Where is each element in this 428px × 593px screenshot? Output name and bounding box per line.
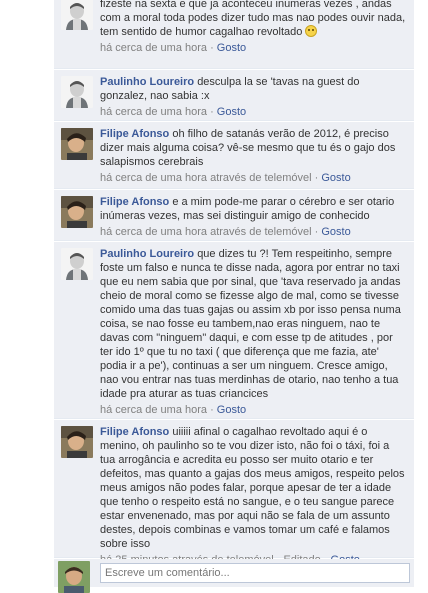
- comment-text: uiiiii afinal o cagalhao revoltado aqui …: [100, 426, 405, 550]
- comment: Filipe Afonso e a mim pode-me parar o cé…: [54, 190, 414, 241]
- comment-timestamp[interactable]: há cerca de uma hora: [100, 172, 207, 184]
- comment-timestamp[interactable]: há cerca de uma hora: [100, 42, 207, 54]
- reply-box: [54, 559, 414, 593]
- comment-meta: há cerca de uma hora através de telemóve…: [100, 226, 351, 238]
- author-avatar[interactable]: [61, 426, 93, 458]
- comment-meta: há cerca de uma hora · Gosto: [100, 106, 247, 118]
- comment: fizeste na sexta e que ja aconteceu inum…: [54, 0, 414, 69]
- comment-input[interactable]: [100, 563, 410, 583]
- comment-author[interactable]: Filipe Afonso: [100, 128, 169, 140]
- like-link[interactable]: Gosto: [321, 226, 350, 238]
- author-avatar[interactable]: [61, 248, 93, 280]
- comment-meta: há cerca de uma hora através de telemóve…: [100, 172, 351, 184]
- like-link[interactable]: Gosto: [321, 172, 350, 184]
- comment-author[interactable]: Filipe Afonso: [100, 196, 169, 208]
- comment: Filipe Afonso oh filho de satanás verão …: [54, 122, 414, 189]
- comment-meta: há cerca de uma hora · Gosto: [100, 42, 247, 54]
- smiley-icon: [305, 25, 318, 37]
- comment-text: fizeste na sexta e que ja aconteceu inum…: [100, 0, 406, 38]
- comment-timestamp[interactable]: há cerca de uma hora: [100, 226, 207, 238]
- comment: Paulinho Loureiro que dizes tu ?! Tem re…: [54, 242, 414, 419]
- author-avatar[interactable]: [61, 76, 93, 108]
- comment-timestamp[interactable]: há cerca de uma hora: [100, 404, 207, 416]
- comment: Paulinho Loureiro desculpa la se 'tavas …: [54, 70, 414, 121]
- author-avatar[interactable]: [61, 196, 93, 228]
- comment-text: que dizes tu ?! Tem respeitinho, sempre …: [100, 248, 401, 400]
- posted-via: através de telemóvel: [210, 226, 312, 238]
- posted-via: através de telemóvel: [210, 172, 312, 184]
- comment-author[interactable]: Paulinho Loureiro: [100, 248, 194, 260]
- like-link[interactable]: Gosto: [217, 106, 246, 118]
- author-avatar[interactable]: [61, 128, 93, 160]
- comment: Filipe Afonso uiiiii afinal o cagalhao r…: [54, 420, 414, 566]
- author-avatar[interactable]: [61, 0, 93, 30]
- like-link[interactable]: Gosto: [217, 404, 246, 416]
- reply-avatar: [58, 561, 90, 593]
- comment-author[interactable]: Filipe Afonso: [100, 426, 169, 438]
- comment-meta: há cerca de uma hora · Gosto: [100, 404, 247, 416]
- comment-author[interactable]: Paulinho Loureiro: [100, 76, 194, 88]
- comment-timestamp[interactable]: há cerca de uma hora: [100, 106, 207, 118]
- like-link[interactable]: Gosto: [217, 42, 246, 54]
